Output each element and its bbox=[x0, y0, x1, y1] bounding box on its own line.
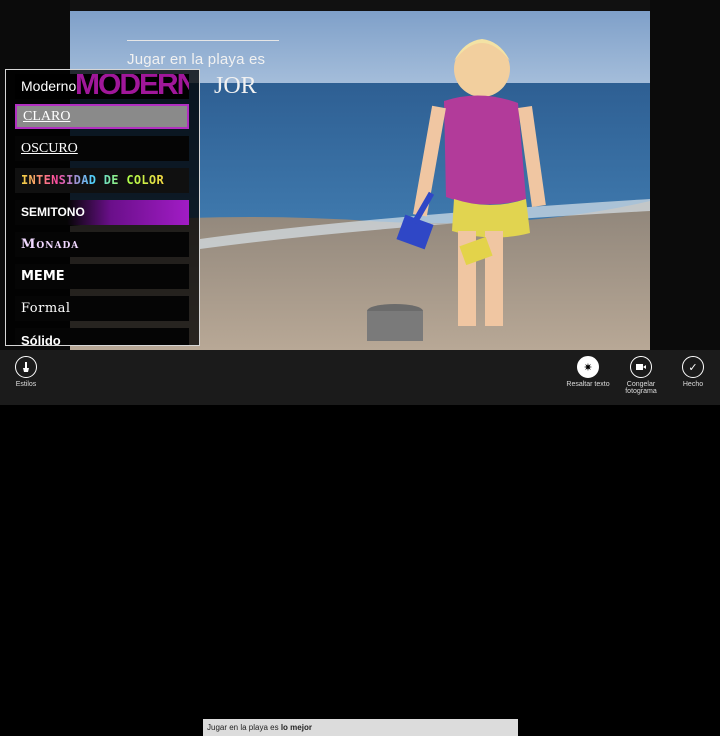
freeze-frame-icon bbox=[630, 356, 652, 378]
congelar-fotograma-button[interactable]: Congelar fotograma bbox=[619, 356, 663, 395]
style-option-monada[interactable]: Monada bbox=[15, 232, 189, 257]
style-option-label: OSCURO bbox=[21, 141, 78, 156]
style-option-label: Formal bbox=[21, 301, 71, 316]
overlay-text-line1[interactable]: Jugar en la playa es bbox=[127, 51, 265, 68]
overlay-rule bbox=[127, 40, 279, 41]
style-option-claro[interactable]: CLARO bbox=[15, 104, 189, 129]
style-option-semitono[interactable]: SEMITONO bbox=[15, 200, 189, 225]
app-bar: Estilos Jugar en la playa es lo mejor ✷ … bbox=[0, 350, 720, 736]
styles-panel: MODERNO Moderno CLARO OSCURO INTENSIDAD … bbox=[5, 69, 200, 346]
style-option-intensidad-de-color[interactable]: INTENSIDAD DE COLOR bbox=[15, 168, 189, 193]
congelar-label-1: Congelar bbox=[626, 381, 656, 388]
styles-icon bbox=[15, 356, 37, 378]
style-preview-decoration: MODERNO bbox=[75, 74, 189, 99]
style-option-label: Monada bbox=[21, 237, 80, 252]
style-option-solido[interactable]: Sólido bbox=[15, 328, 189, 346]
hecho-button[interactable]: ✓ Hecho bbox=[678, 356, 708, 388]
resaltar-texto-button[interactable]: ✷ Resaltar texto bbox=[564, 356, 612, 388]
resaltar-label: Resaltar texto bbox=[566, 381, 610, 388]
style-option-meme[interactable]: MEME bbox=[15, 264, 189, 289]
checkmark-icon: ✓ bbox=[682, 356, 704, 378]
caption-prefix: Jugar en la playa es bbox=[207, 723, 281, 732]
estilos-button[interactable]: Estilos bbox=[11, 356, 41, 388]
style-option-label: MEME bbox=[21, 269, 65, 284]
hecho-label: Hecho bbox=[682, 381, 704, 388]
overlay-text-line2[interactable]: JOR bbox=[214, 73, 257, 100]
style-option-formal[interactable]: Formal bbox=[15, 296, 189, 321]
caption-text-input[interactable]: Jugar en la playa es lo mejor bbox=[203, 719, 518, 736]
estilos-label: Estilos bbox=[15, 381, 37, 388]
style-option-label: SEMITONO bbox=[21, 205, 85, 219]
highlight-text-icon: ✷ bbox=[577, 356, 599, 378]
right-margin bbox=[650, 0, 720, 350]
congelar-label-2: fotograma bbox=[625, 388, 657, 395]
style-option-label: Sólido bbox=[21, 333, 61, 346]
style-option-oscuro[interactable]: OSCURO bbox=[15, 136, 189, 161]
style-option-label: CLARO bbox=[23, 109, 71, 124]
style-option-label: INTENSIDAD DE COLOR bbox=[21, 173, 164, 187]
caption-bold: lo mejor bbox=[280, 723, 312, 732]
style-option-moderno[interactable]: MODERNO Moderno bbox=[15, 74, 189, 99]
style-option-label: Moderno bbox=[21, 78, 77, 94]
